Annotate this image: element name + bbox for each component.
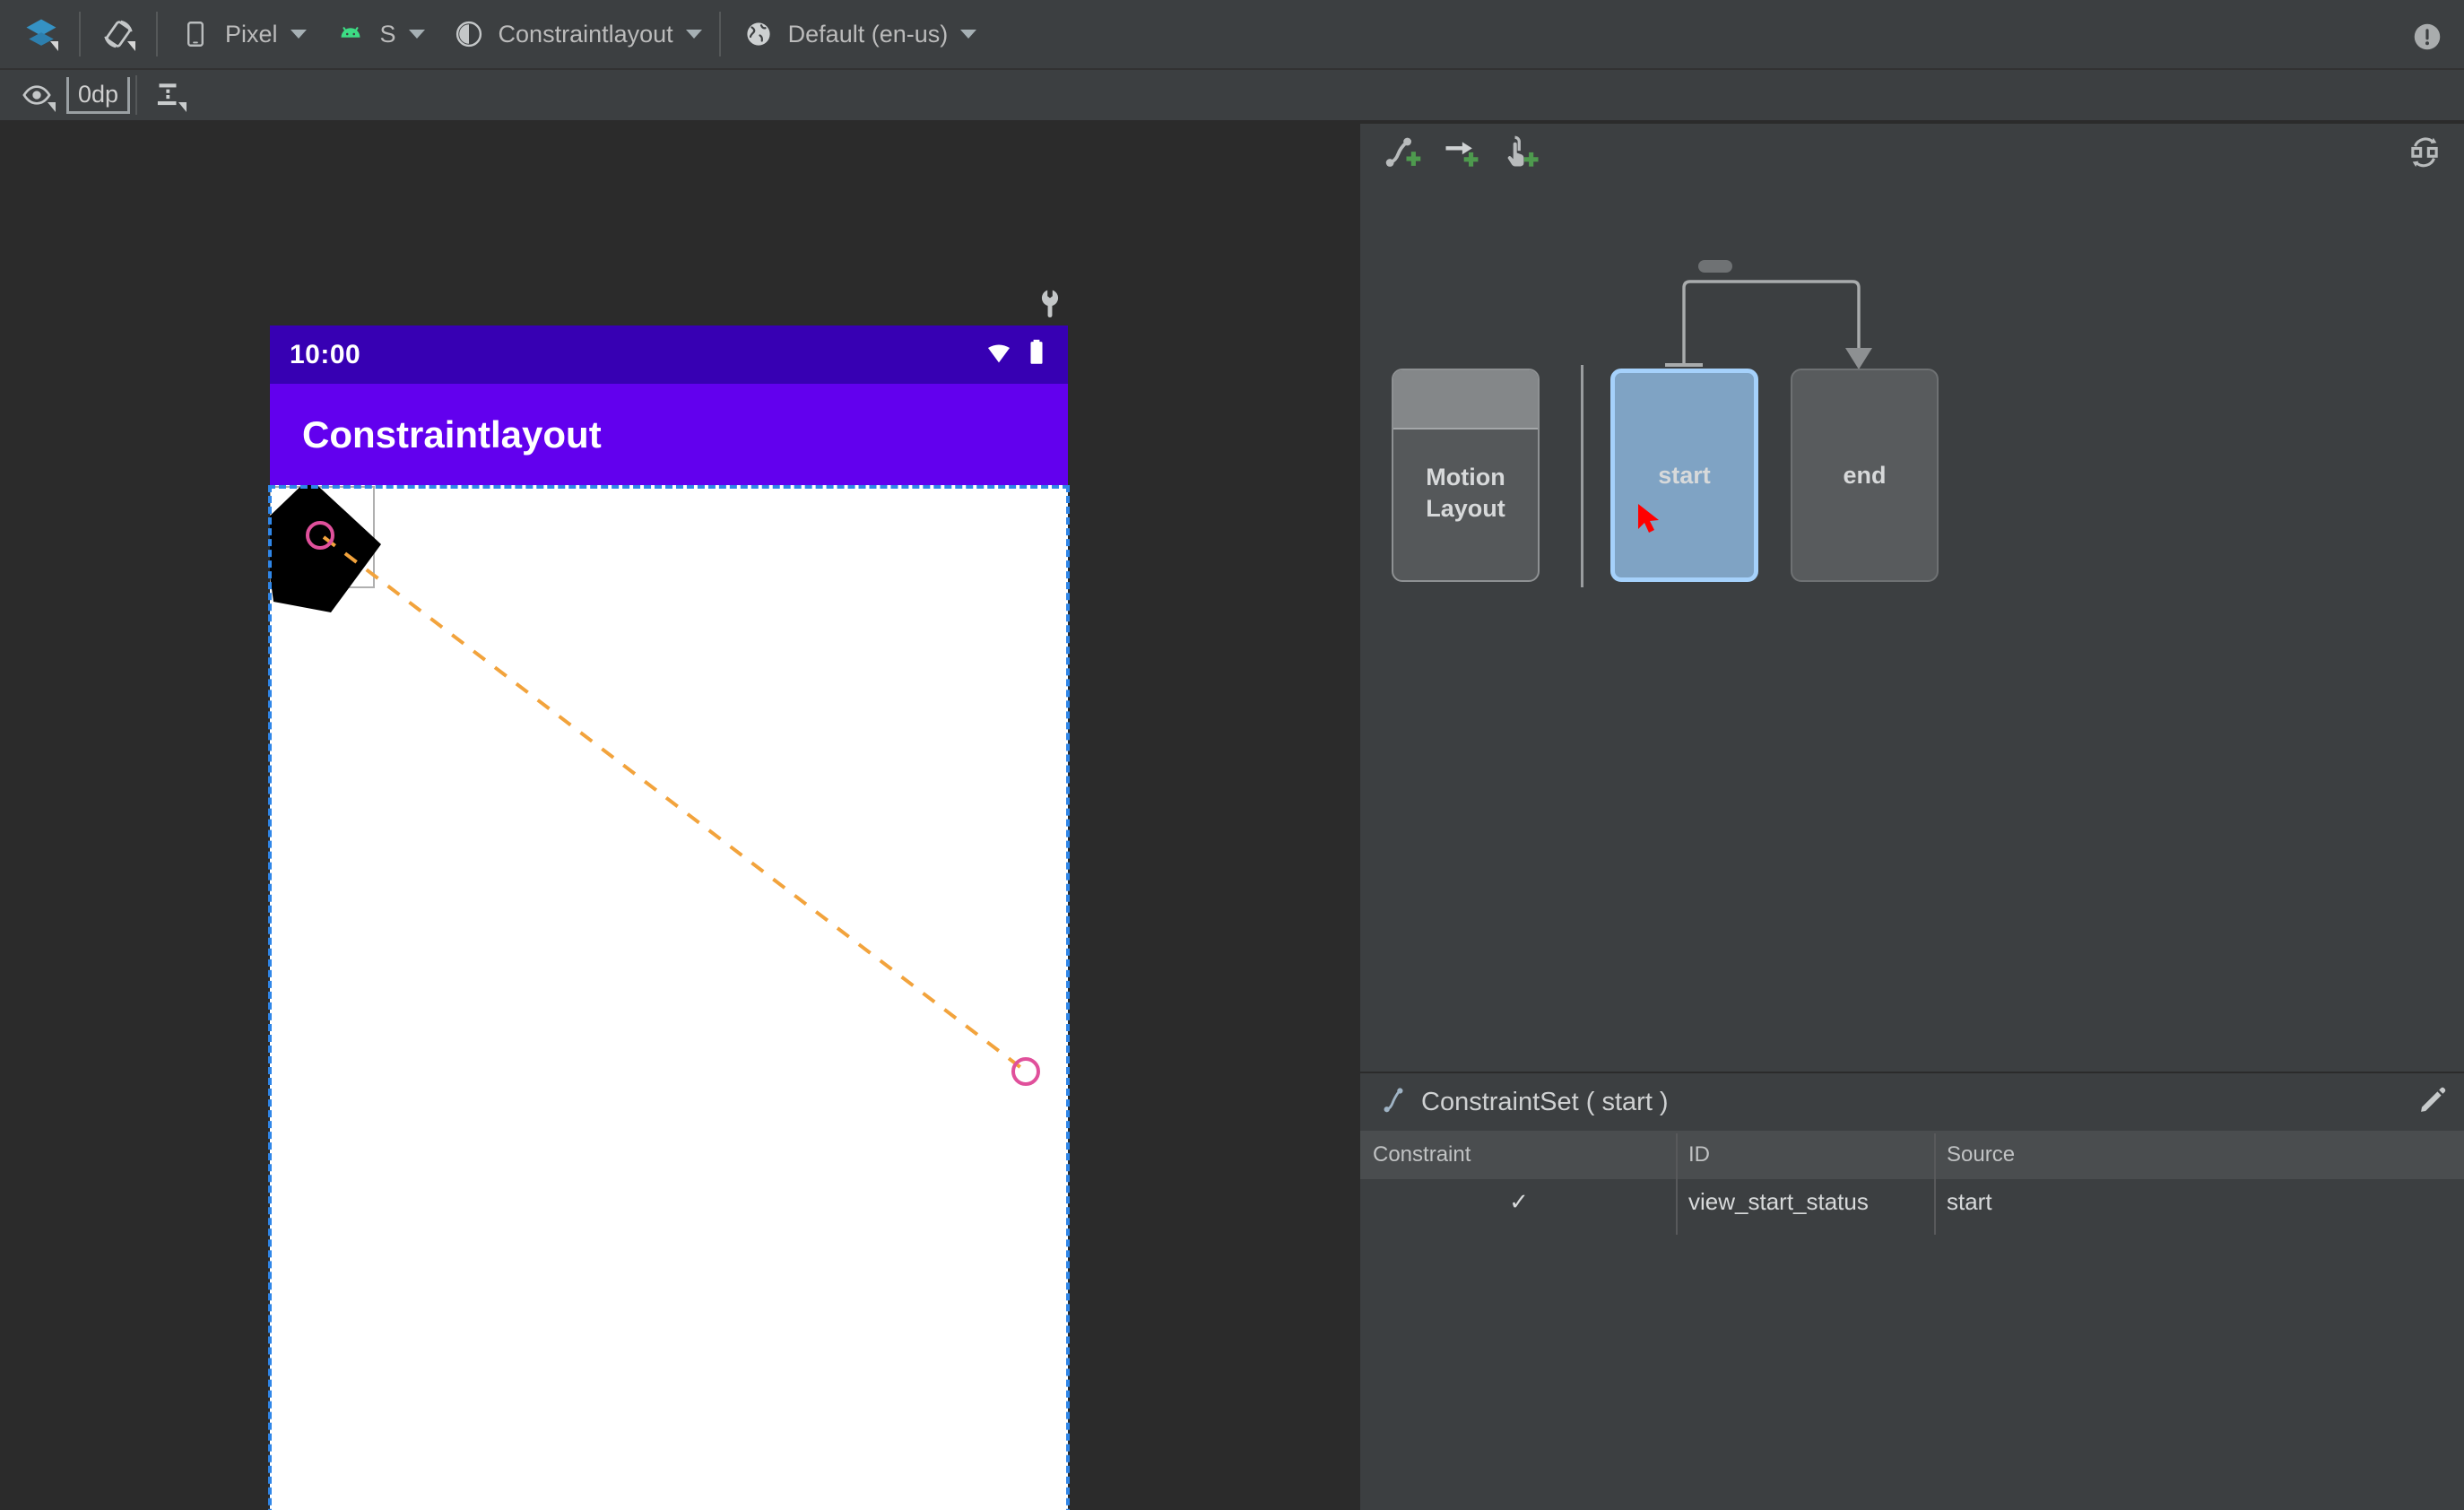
- api-level-label: S: [379, 20, 396, 48]
- node-label: end: [1843, 461, 1887, 489]
- motion-editor-panel: Motion Layout start end ConstraintSet (…: [1358, 124, 2464, 1510]
- warning-exclamation-icon[interactable]: [2410, 20, 2444, 58]
- device-preview[interactable]: 10:00 Constraintlayout: [270, 325, 1068, 1510]
- vertical-margin-icon: [148, 75, 187, 115]
- margin-button[interactable]: [143, 69, 193, 121]
- device-label: Pixel: [225, 20, 278, 48]
- cycle-editor-icon[interactable]: [2406, 133, 2443, 175]
- theme-selector[interactable]: Constraintlayout: [437, 8, 714, 60]
- constraints-table-header: Constraint ID Source: [1360, 1131, 2464, 1184]
- node-label: start: [1658, 461, 1711, 489]
- app-bar: Constraintlayout: [270, 384, 1068, 485]
- chevron-down-icon: [48, 102, 56, 112]
- mouse-cursor: [1638, 504, 1659, 533]
- wifi-icon: [984, 337, 1014, 372]
- cell-constraint-check: ✓: [1360, 1178, 1678, 1235]
- motion-layout-editor-window: Pixel S Constraintlayout Default (en-us)…: [0, 0, 2464, 1510]
- secondary-toolbar: 0dp ?: [0, 69, 2464, 176]
- locale-selector[interactable]: Default (en-us): [726, 8, 989, 60]
- motion-path-overlay: [270, 485, 1040, 1086]
- globe-icon: [738, 13, 779, 55]
- graph-node-start[interactable]: start: [1610, 369, 1758, 582]
- motion-path-end-handle: [1011, 1057, 1040, 1086]
- add-transition-icon[interactable]: [1441, 132, 1480, 176]
- motion-scene-graph[interactable]: Motion Layout start end: [1360, 183, 2464, 1071]
- battery-icon: [1025, 337, 1048, 372]
- chevron-down-icon: [685, 30, 702, 39]
- visibility-button[interactable]: [13, 69, 61, 121]
- status-bar-clock: 10:00: [290, 339, 361, 369]
- motion-curve-icon: [1380, 1085, 1410, 1120]
- device-selector[interactable]: Pixel: [163, 8, 318, 60]
- constraintset-title: ConstraintSet ( start ): [1421, 1087, 1669, 1116]
- orientation-button[interactable]: [86, 8, 151, 60]
- toolbar-divider: [156, 12, 158, 56]
- table-row[interactable]: ✓ view_start_status start: [1360, 1178, 2464, 1235]
- node-header-band: [1393, 370, 1538, 430]
- toolbar-divider: [79, 12, 81, 56]
- toolbar-divider: [718, 12, 721, 56]
- toolbar-divider: [135, 75, 138, 115]
- transition-label-pill: [1698, 260, 1732, 273]
- phone-icon: [175, 13, 216, 55]
- eye-icon: [18, 76, 56, 114]
- main-toolbar: Pixel S Constraintlayout Default (en-us): [0, 0, 2464, 70]
- graph-divider: [1581, 365, 1583, 587]
- layout-body[interactable]: [270, 485, 1068, 1510]
- wrench-icon[interactable]: [1031, 285, 1069, 327]
- design-layers-icon: [21, 13, 62, 55]
- chevron-down-icon: [127, 41, 135, 51]
- motion-path-line: [322, 535, 1023, 1070]
- rotate-device-icon: [98, 13, 139, 55]
- app-bar-title: Constraintlayout: [302, 412, 602, 456]
- column-header-id[interactable]: ID: [1678, 1133, 1936, 1184]
- pencil-edit-icon[interactable]: [2416, 1084, 2449, 1121]
- api-level-selector[interactable]: S: [318, 8, 437, 60]
- chevron-down-icon: [290, 30, 307, 39]
- cell-source: start: [1947, 1187, 1992, 1215]
- add-click-handler-icon[interactable]: [1500, 132, 1540, 176]
- design-canvas[interactable]: 10:00 Constraintlayout: [0, 124, 1356, 1510]
- android-head-icon: [330, 13, 371, 55]
- widget-view-start-status: [270, 485, 381, 612]
- node-label-line1: Motion: [1426, 464, 1505, 491]
- chevron-down-icon: [960, 30, 977, 39]
- status-bar: 10:00: [270, 325, 1068, 384]
- cell-id: view_start_status: [1678, 1178, 1936, 1235]
- column-header-source[interactable]: Source: [1936, 1142, 2464, 1167]
- node-label-line2: Layout: [1426, 495, 1505, 522]
- motion-editor-toolbar: [1360, 124, 2464, 183]
- add-constraintset-icon[interactable]: [1382, 132, 1421, 176]
- theme-label: Constraintlayout: [498, 20, 673, 48]
- design-mode-button[interactable]: [9, 8, 74, 60]
- theme-contrast-icon: [448, 13, 490, 55]
- graph-node-end[interactable]: end: [1791, 369, 1939, 582]
- default-margin-value[interactable]: 0dp: [66, 76, 131, 114]
- chevron-down-icon: [178, 102, 187, 112]
- locale-label: Default (en-us): [787, 20, 949, 48]
- chevron-down-icon: [50, 41, 58, 51]
- constraintset-header: ConstraintSet ( start ): [1360, 1072, 2464, 1131]
- graph-node-motion-layout[interactable]: Motion Layout: [1392, 369, 1540, 582]
- column-header-constraint[interactable]: Constraint: [1360, 1133, 1678, 1184]
- chevron-down-icon: [408, 30, 425, 39]
